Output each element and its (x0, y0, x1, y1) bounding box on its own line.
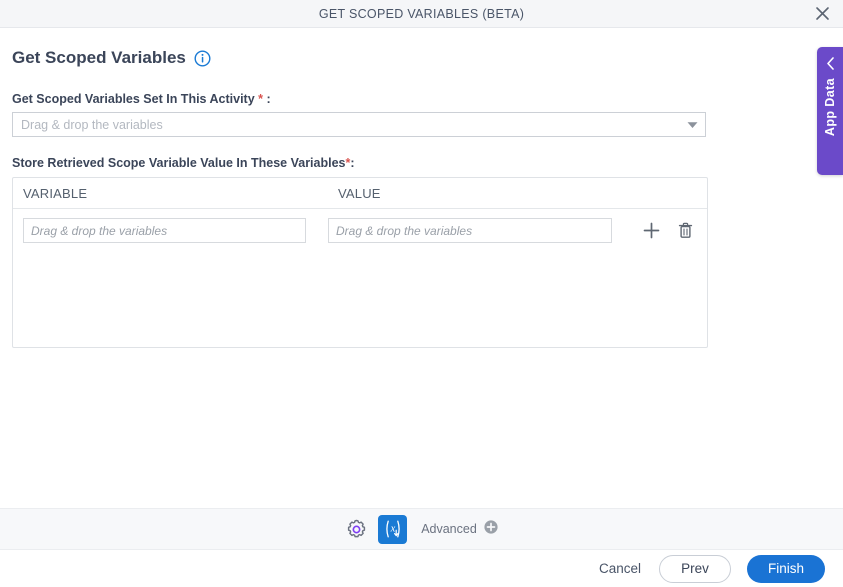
column-header-value: VALUE (338, 185, 381, 201)
bottom-toolbar: x Advanced (0, 508, 843, 550)
finish-button[interactable]: Finish (747, 554, 825, 583)
store-variables-label: Store Retrieved Scope Variable Value In … (12, 156, 843, 170)
label-colon: : (266, 92, 271, 106)
table-row (13, 209, 707, 243)
variables-x-icon[interactable]: x (378, 514, 408, 544)
row-value-input[interactable] (328, 218, 612, 243)
page-title-row: Get Scoped Variables (12, 28, 843, 68)
info-icon[interactable] (194, 49, 211, 67)
app-data-tab[interactable]: App Data (817, 47, 843, 175)
table-header-row: VARIABLE VALUE (13, 178, 707, 209)
plus-circle-icon[interactable] (484, 519, 498, 539)
dialog-titlebar: GET SCOPED VARIABLES (BETA) (0, 0, 843, 28)
trash-icon[interactable] (676, 221, 694, 240)
close-icon[interactable] (811, 3, 833, 25)
advanced-label: Advanced (421, 522, 477, 536)
dialog-title: GET SCOPED VARIABLES (BETA) (318, 6, 525, 21)
row-variable-input[interactable] (23, 218, 306, 243)
advanced-button[interactable]: Advanced (421, 519, 498, 539)
plus-icon[interactable] (642, 221, 660, 240)
chevron-left-icon (826, 57, 835, 70)
scoped-variables-label: Get Scoped Variables Set In This Activit… (12, 92, 843, 106)
variables-table: VARIABLE VALUE (12, 177, 708, 348)
store-variables-label-text: Store Retrieved Scope Variable Value In … (12, 156, 346, 170)
dialog-body: Get Scoped Variables Get Scoped Variable… (0, 28, 843, 498)
svg-text:x: x (389, 524, 395, 535)
row-actions (642, 221, 694, 240)
dialog-footer: Cancel Prev Finish (0, 550, 843, 587)
required-asterisk: * (258, 92, 264, 106)
prev-button[interactable]: Prev (659, 554, 731, 583)
label-colon-2: : (350, 156, 355, 170)
scoped-variables-dropdown[interactable] (12, 112, 706, 137)
scoped-variables-input[interactable] (13, 113, 679, 136)
page-title: Get Scoped Variables (12, 48, 186, 67)
app-data-label: App Data (823, 78, 837, 137)
column-header-variable: VARIABLE (23, 185, 88, 201)
gear-icon[interactable] (345, 518, 368, 541)
scoped-variables-label-text: Get Scoped Variables Set In This Activit… (12, 92, 255, 106)
cancel-button[interactable]: Cancel (597, 557, 643, 580)
chevron-down-icon[interactable] (679, 121, 705, 129)
